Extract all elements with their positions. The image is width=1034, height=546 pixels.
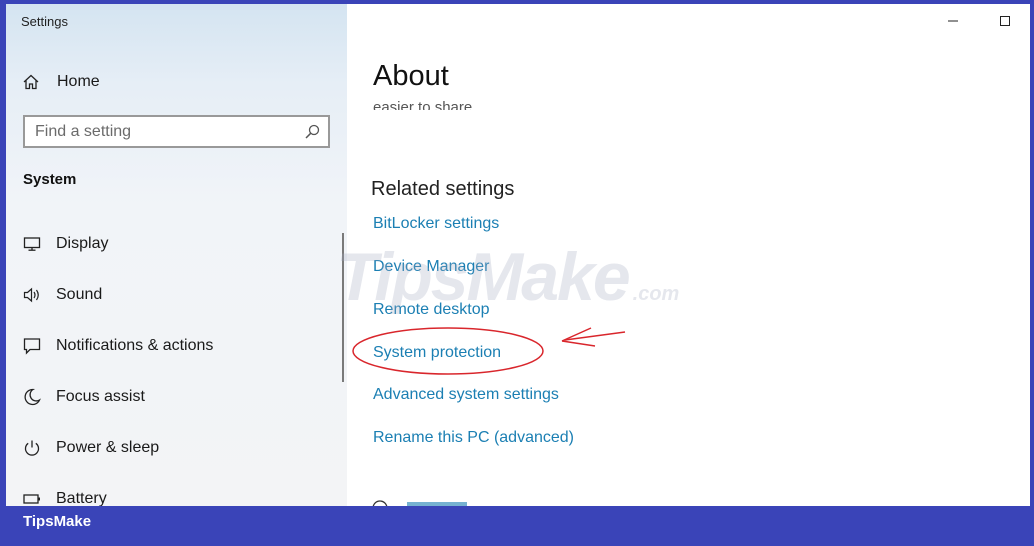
speaker-icon [22, 285, 42, 305]
section-title: System [23, 171, 77, 188]
sidebar-item-focus-assist[interactable]: Focus assist [6, 377, 347, 417]
partial-description: easier to share. [373, 99, 477, 110]
sidebar-item-label: Power & sleep [56, 439, 160, 456]
main-content: About easier to share. Related settings … [347, 4, 1030, 506]
sidebar-item-notifications[interactable]: Notifications & actions [6, 326, 347, 366]
sidebar-item-label: Sound [56, 286, 103, 303]
maximize-icon [1000, 16, 1010, 26]
system-protection-link[interactable]: System protection [373, 344, 501, 362]
sidebar-item-sound[interactable]: Sound [6, 275, 347, 315]
home-icon [21, 72, 41, 92]
sidebar-item-power-sleep[interactable]: Power & sleep [6, 428, 347, 468]
sidebar-item-label: Notifications & actions [56, 337, 214, 354]
minimize-button[interactable] [942, 12, 964, 30]
bitlocker-settings-link[interactable]: BitLocker settings [373, 215, 499, 233]
sidebar-scrollbar[interactable] [342, 233, 344, 382]
get-help-partial[interactable] [369, 498, 489, 506]
sidebar-item-label: Display [56, 235, 109, 252]
search-input[interactable] [35, 121, 295, 143]
sidebar: Settings Home System Display Sound [6, 4, 347, 506]
device-manager-link[interactable]: Device Manager [373, 258, 490, 276]
notification-icon [22, 336, 42, 356]
sidebar-item-display[interactable]: Display [6, 224, 347, 264]
minimize-icon [948, 20, 958, 22]
battery-icon [22, 489, 42, 506]
display-icon [22, 234, 42, 254]
advanced-system-settings-link[interactable]: Advanced system settings [373, 386, 559, 404]
home-label: Home [57, 73, 100, 90]
sidebar-item-label: Focus assist [56, 388, 145, 405]
help-icon [372, 500, 467, 506]
remote-desktop-link[interactable]: Remote desktop [373, 301, 490, 319]
search-box[interactable] [23, 115, 330, 148]
arrow-icon [561, 327, 626, 347]
window-title: Settings [21, 14, 68, 29]
window-controls [942, 12, 1016, 30]
rename-pc-link[interactable]: Rename this PC (advanced) [373, 429, 574, 447]
moon-icon [22, 387, 42, 407]
settings-window: Settings Home System Display Sound [6, 4, 1030, 506]
footer-brand: TipsMake [23, 513, 92, 530]
page-title: About [373, 60, 449, 92]
sidebar-home-button[interactable]: Home [21, 70, 100, 94]
maximize-button[interactable] [994, 12, 1016, 30]
sidebar-item-label: Battery [56, 490, 107, 506]
related-settings-heading: Related settings [371, 178, 515, 200]
sidebar-item-battery[interactable]: Battery [6, 479, 347, 506]
power-icon [22, 438, 42, 458]
search-icon[interactable] [304, 124, 320, 140]
